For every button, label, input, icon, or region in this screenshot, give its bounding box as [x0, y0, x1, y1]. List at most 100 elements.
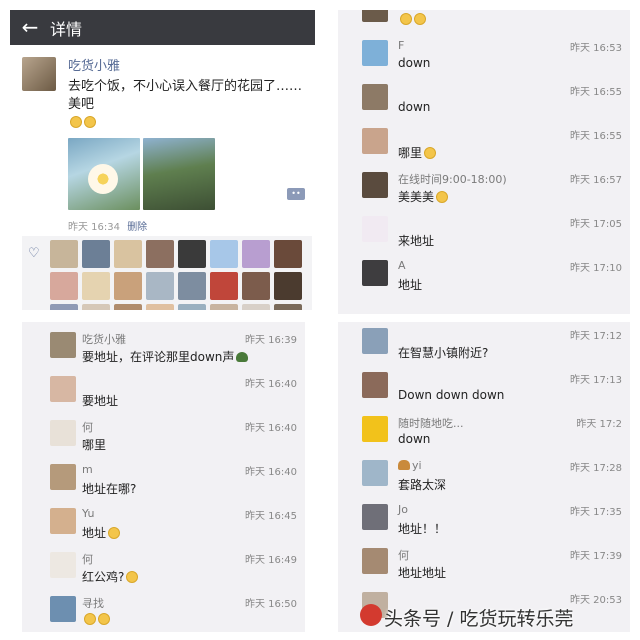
avatar[interactable]: [362, 84, 388, 110]
like-avatar[interactable]: [274, 240, 302, 268]
photo-garden[interactable]: [143, 138, 215, 210]
avatar[interactable]: [50, 596, 76, 622]
avatar[interactable]: [362, 40, 388, 66]
avatar[interactable]: [50, 332, 76, 358]
avatar[interactable]: [362, 460, 388, 486]
comment-row[interactable]: 何 昨天 16:49 红公鸡?: [22, 546, 305, 590]
avatar[interactable]: [362, 260, 388, 286]
commenter-name[interactable]: yi: [398, 459, 422, 472]
like-avatar[interactable]: [114, 240, 142, 268]
comment-time: 昨天 16:50: [245, 599, 297, 610]
comment-row[interactable]: m 昨天 16:40 地址在哪?: [22, 458, 305, 502]
comment-row[interactable]: Jo 昨天 17:35 地址！！: [338, 498, 630, 542]
top-bar: ← 详情: [10, 10, 315, 45]
avatar[interactable]: [362, 216, 388, 242]
like-avatar[interactable]: [146, 240, 174, 268]
comment-row[interactable]: 寻找 昨天 16:50: [22, 590, 305, 632]
like-avatar[interactable]: [50, 272, 78, 300]
commenter-name[interactable]: 何: [82, 551, 93, 567]
comment-time: 昨天 16:40: [245, 379, 297, 390]
emoji-icon: [400, 13, 412, 25]
like-avatar[interactable]: [178, 272, 206, 300]
avatar[interactable]: [50, 552, 76, 578]
comment-text: 哪里: [398, 144, 437, 161]
comment-time: 昨天 16:40: [245, 423, 297, 434]
comment-row[interactable]: A 昨天 17:10 地址: [338, 254, 630, 298]
like-avatar[interactable]: [114, 304, 142, 310]
avatar[interactable]: [362, 10, 388, 22]
commenter-name[interactable]: 何: [82, 419, 93, 435]
avatar[interactable]: [22, 57, 56, 91]
like-avatar[interactable]: [82, 272, 110, 300]
like-avatar[interactable]: [210, 272, 238, 300]
comment-row[interactable]: 昨天 16:40 要地址: [22, 370, 305, 414]
comment-text: 地址: [82, 524, 121, 541]
post: 吃货小雅 去吃个饭，不小心误入餐厅的花园了……美吧 昨天 16:34 删除: [10, 45, 315, 233]
like-avatar[interactable]: [82, 304, 110, 310]
like-avatar[interactable]: [82, 240, 110, 268]
avatar[interactable]: [362, 128, 388, 154]
delete-link[interactable]: 删除: [127, 222, 147, 233]
like-avatar[interactable]: [146, 272, 174, 300]
avatar[interactable]: [362, 328, 388, 354]
comment-row[interactable]: Yu 昨天 16:45 地址: [22, 502, 305, 546]
avatar[interactable]: [50, 420, 76, 446]
comment-row[interactable]: F 昨天 16:53 down: [338, 34, 630, 78]
comment-row[interactable]: 昨天 16:55 down: [338, 78, 630, 122]
comment-time: 昨天 16:55: [570, 87, 622, 98]
comment-button[interactable]: ••: [287, 188, 305, 200]
comment-row[interactable]: 何 昨天 16:40 哪里: [22, 414, 305, 458]
post-detail-panel: ← 详情 吃货小雅 去吃个饭，不小心误入餐厅的花园了……美吧 昨天 16:34 …: [10, 10, 315, 310]
comment-row[interactable]: 吃货小雅 昨天 16:39 要地址，在评论那里down声: [22, 326, 305, 370]
commenter-name[interactable]: 吃货小雅: [82, 331, 126, 347]
commenter-name[interactable]: A: [398, 259, 406, 272]
comment-row[interactable]: 何 昨天 17:39 地址地址: [338, 542, 630, 586]
avatar[interactable]: [50, 376, 76, 402]
comment-row[interactable]: 昨天 17:05 来地址: [338, 210, 630, 254]
avatar[interactable]: [362, 172, 388, 198]
like-avatar[interactable]: [210, 240, 238, 268]
commenter-name[interactable]: F: [398, 39, 404, 52]
comment-row[interactable]: 昨天 17:12 在智慧小镇附近?: [338, 322, 630, 366]
post-author[interactable]: 吃货小雅: [68, 55, 307, 74]
like-avatar[interactable]: [178, 240, 206, 268]
avatar[interactable]: [362, 416, 388, 442]
like-avatar[interactable]: [146, 304, 174, 310]
comment-row[interactable]: 昨天 17:13 Down down down: [338, 366, 630, 410]
like-avatar[interactable]: [242, 272, 270, 300]
like-avatar[interactable]: [242, 304, 270, 310]
like-avatar[interactable]: [178, 304, 206, 310]
comment-text: 在智慧小镇附近?: [398, 346, 489, 360]
comment-row[interactable]: 在线时间9:00-18:00) 昨天 16:57 美美美: [338, 166, 630, 210]
like-avatar[interactable]: [274, 272, 302, 300]
comments-panel-right-top: F 昨天 16:53 down 昨天 16:55 down 昨天 16:55 哪里 在线时间9…: [338, 10, 630, 314]
comment-row[interactable]: 随时随地吃... 昨天 17:2 down: [338, 410, 630, 454]
avatar[interactable]: [362, 372, 388, 398]
comment-row[interactable]: [338, 10, 630, 34]
like-avatar[interactable]: [50, 304, 78, 310]
commenter-name[interactable]: Jo: [398, 503, 408, 516]
comment-row[interactable]: yi 昨天 17:28 套路太深: [338, 454, 630, 498]
like-avatar[interactable]: [50, 240, 78, 268]
back-button[interactable]: ←: [10, 10, 50, 45]
comment-time: 昨天 16:49: [245, 555, 297, 566]
avatar[interactable]: [50, 464, 76, 490]
avatar[interactable]: [362, 504, 388, 530]
commenter-name[interactable]: 在线时间9:00-18:00): [398, 171, 507, 187]
commenter-name[interactable]: Yu: [82, 507, 94, 520]
emoji-icon: [70, 116, 82, 128]
commenter-name[interactable]: 随时随地吃...: [398, 415, 464, 431]
commenter-name[interactable]: m: [82, 463, 93, 476]
commenter-name[interactable]: 寻找: [82, 595, 104, 611]
avatar[interactable]: [362, 548, 388, 574]
like-avatar[interactable]: [274, 304, 302, 310]
photo-flower[interactable]: [68, 138, 140, 210]
like-avatar[interactable]: [242, 240, 270, 268]
comment-row[interactable]: 昨天 16:55 哪里: [338, 122, 630, 166]
comment-time: 昨天 17:12: [570, 331, 622, 342]
commenter-name[interactable]: 何: [398, 547, 409, 563]
like-avatar[interactable]: [210, 304, 238, 310]
comment-time: 昨天 17:05: [570, 219, 622, 230]
like-avatar[interactable]: [114, 272, 142, 300]
avatar[interactable]: [50, 508, 76, 534]
